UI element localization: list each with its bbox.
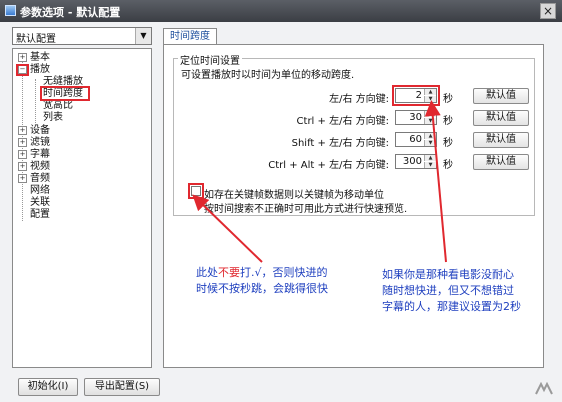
annotation-arrows: [192, 100, 447, 263]
options-window: 参数选项 - 默认配置 × 默认配置 ▼ + 基本 − 播放 无缝播放 时间跨度 宽…: [0, 0, 562, 402]
arrow-right: [424, 100, 447, 263]
arrow-left: [192, 194, 263, 263]
init-button[interactable]: 初始化(I): [18, 378, 78, 396]
export-button[interactable]: 导出配置(S): [84, 378, 160, 396]
watermark-icon: [535, 382, 553, 395]
